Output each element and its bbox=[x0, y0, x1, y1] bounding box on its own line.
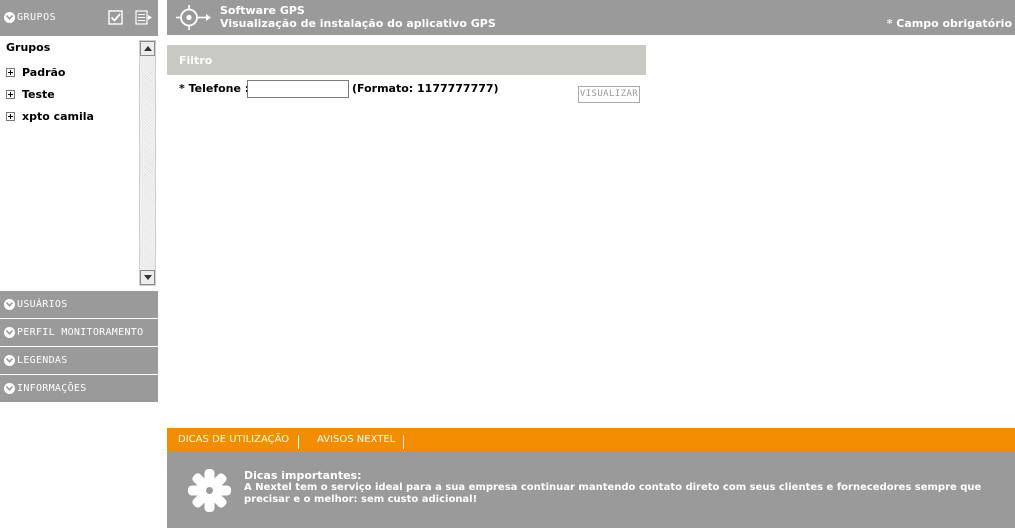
groups-tree: Grupos Padrão Teste xpto camila bbox=[0, 36, 158, 290]
list-export-icon[interactable] bbox=[135, 10, 152, 25]
page-title: Visualização de instalação do aplicativo… bbox=[220, 17, 496, 30]
page-header: Software GPS Visualização de instalação … bbox=[167, 0, 1015, 35]
sidebar-section-title: LEGENDAS bbox=[17, 355, 68, 366]
sidebar-section-title: INFORMAÇÕES bbox=[17, 383, 87, 394]
chevron-down-icon bbox=[4, 355, 15, 366]
tips-text: A Nextel tem o serviço ideal para a sua … bbox=[244, 482, 982, 505]
required-field-note: * Campo obrigatório bbox=[886, 17, 1012, 30]
filter-section-header: Filtro bbox=[167, 45, 646, 75]
groups-section-header[interactable]: GRUPOS bbox=[0, 0, 158, 36]
expand-plus-icon[interactable] bbox=[6, 68, 15, 77]
gps-target-icon bbox=[175, 4, 213, 31]
sidebar-section-title: PERFIL MONITORAMENTO bbox=[17, 327, 144, 338]
checkbox-checked-icon[interactable] bbox=[108, 10, 124, 25]
sidebar-section-perfil-monitoramento[interactable]: PERFIL MONITORAMENTO bbox=[0, 319, 158, 346]
tree-root-label: Grupos bbox=[6, 41, 51, 54]
sidebar-section-usuarios[interactable]: USUÁRIOS bbox=[0, 291, 158, 318]
sidebar-section-informacoes[interactable]: INFORMAÇÕES bbox=[0, 375, 158, 402]
expand-plus-icon[interactable] bbox=[6, 90, 15, 99]
tab-nextel-notices[interactable]: AVISOS NEXTEL bbox=[317, 434, 395, 445]
scroll-up-button[interactable] bbox=[140, 41, 155, 56]
chevron-down-icon bbox=[4, 12, 15, 23]
tree-scrollbar[interactable] bbox=[139, 40, 156, 286]
tree-item-label[interactable]: Teste bbox=[22, 88, 55, 101]
tab-usage-tips[interactable]: DICAS DE UTILIZAÇÃO bbox=[178, 434, 289, 445]
app-title: Software GPS bbox=[220, 4, 305, 17]
expand-plus-icon[interactable] bbox=[6, 112, 15, 121]
chevron-down-icon bbox=[4, 383, 15, 394]
footer-tabs-bar: DICAS DE UTILIZAÇÃO AVISOS NEXTEL bbox=[167, 428, 1015, 451]
asterisk-icon bbox=[187, 468, 232, 513]
sidebar-section-title: USUÁRIOS bbox=[17, 299, 68, 310]
tab-separator bbox=[298, 435, 299, 449]
scroll-down-button[interactable] bbox=[140, 270, 155, 285]
sidebar: GRUPOS Grupos Padrão Teste xpto camila U… bbox=[0, 0, 158, 528]
sidebar-section-legendas[interactable]: LEGENDAS bbox=[0, 347, 158, 374]
tips-title: Dicas importantes: bbox=[244, 469, 362, 482]
tab-separator bbox=[403, 435, 404, 449]
groups-section-title: GRUPOS bbox=[17, 12, 57, 23]
tree-item-label[interactable]: Padrão bbox=[22, 66, 65, 79]
phone-input[interactable] bbox=[247, 80, 349, 98]
chevron-down-icon bbox=[4, 299, 15, 310]
filter-section-title: Filtro bbox=[179, 54, 213, 67]
view-button[interactable]: VISUALIZAR bbox=[578, 86, 640, 103]
chevron-down-icon bbox=[4, 327, 15, 338]
phone-format-hint: (Formato: 1177777777) bbox=[352, 82, 499, 95]
phone-field-label: * Telefone : bbox=[179, 82, 250, 95]
tips-panel: Dicas importantes: A Nextel tem o serviç… bbox=[167, 451, 1015, 528]
tree-item-label[interactable]: xpto camila bbox=[22, 110, 94, 123]
